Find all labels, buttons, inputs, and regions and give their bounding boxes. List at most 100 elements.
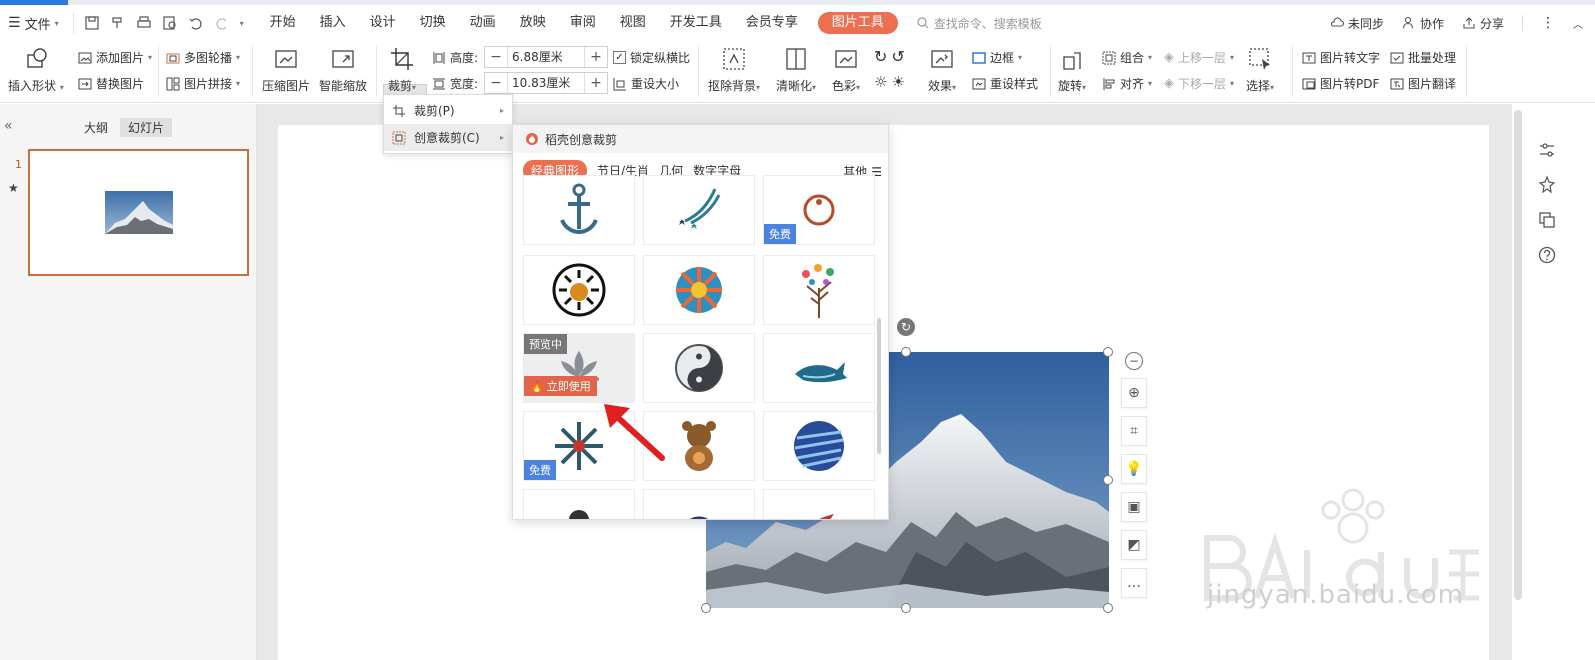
batch-process-button[interactable]: 批量处理 [1390, 49, 1456, 66]
width-input[interactable]: 10.83厘米 [507, 73, 585, 93]
resize-handle-top[interactable] [901, 347, 911, 357]
shape-template-stars[interactable] [643, 175, 755, 245]
shape-template-tree[interactable] [763, 255, 875, 325]
customize-qat-icon[interactable]: ▾ [240, 19, 244, 28]
sharpen-button[interactable]: 清晰化▾ [776, 45, 816, 94]
use-now-button[interactable]: 🔥 立即使用 [524, 376, 597, 396]
menu-item-creative-crop[interactable]: 创意裁剪(C) ▸ [384, 124, 512, 151]
add-picture-button[interactable]: 添加图片 ▾ [78, 49, 152, 66]
resize-handle-bottom-left[interactable] [701, 603, 711, 613]
tab-member[interactable]: 会员专享 [734, 10, 810, 36]
replace-picture-button[interactable]: 替换图片 [78, 75, 144, 92]
smart-zoom-button[interactable]: 智能缩放 [319, 45, 367, 94]
tab-transitions[interactable]: 切换 [408, 10, 458, 36]
border-button[interactable]: 边框 ▾ [972, 49, 1022, 66]
align-button[interactable]: 对齐 ▾ [1102, 75, 1152, 92]
shape-template-yinyang[interactable] [643, 333, 755, 403]
width-stepper[interactable]: − 10.83厘米 + [484, 72, 608, 94]
collab-button[interactable]: 协作 [1402, 15, 1444, 32]
tab-picture-tools[interactable]: 图片工具 [817, 12, 898, 34]
height-input[interactable]: 6.88厘米 [507, 47, 585, 67]
picture-splice-button[interactable]: 图片拼接 ▾ [166, 75, 240, 92]
tab-outline[interactable]: 大纲 [76, 118, 116, 137]
tab-home[interactable]: 开始 [258, 10, 308, 36]
help-icon[interactable] [1537, 245, 1557, 265]
compress-picture-button[interactable]: 压缩图片 [262, 45, 310, 94]
share-button[interactable]: 分享 [1462, 15, 1504, 32]
pic-translate-button[interactable]: 图片翻译 [1390, 75, 1456, 92]
redo-icon[interactable] [214, 15, 230, 31]
remove-background-button[interactable]: 抠除背景▾ [708, 45, 760, 94]
more-options-icon[interactable]: ⋮ [1541, 15, 1555, 31]
shape-template-shell[interactable] [643, 489, 755, 519]
group-button[interactable]: 组合 ▾ [1102, 49, 1152, 66]
tab-developer[interactable]: 开发工具 [658, 10, 734, 36]
lightbulb-icon[interactable]: 💡 [1121, 454, 1147, 484]
resize-handle-bottom-right[interactable] [1103, 603, 1113, 613]
crop-button[interactable]: 裁剪▾ [388, 45, 416, 94]
rotate-left-icon[interactable]: ↻ [874, 47, 887, 66]
brightness-down-icon[interactable]: ☀ [891, 73, 904, 91]
lock-ratio-checkbox[interactable]: ✓ 锁定纵横比 [613, 49, 690, 66]
slide-thumbnail[interactable] [28, 149, 249, 276]
shape-template-blue-globe[interactable] [763, 411, 875, 481]
zoom-in-icon[interactable]: ⊕ [1121, 378, 1147, 408]
increment-icon[interactable]: + [585, 73, 607, 93]
shape-template-anchor[interactable] [523, 175, 635, 245]
insert-shape-button[interactable]: 插入形状 ▾ [8, 45, 64, 94]
shape-template-whale[interactable] [763, 333, 875, 403]
settings-sliders-icon[interactable] [1537, 140, 1557, 160]
resize-handle-bottom[interactable] [901, 603, 911, 613]
format-painter-icon[interactable] [110, 15, 126, 31]
save-icon[interactable] [84, 15, 100, 31]
increment-icon[interactable]: + [585, 47, 607, 67]
menu-item-crop[interactable]: 裁剪(P) ▸ [384, 97, 512, 124]
multi-carousel-button[interactable]: 多图轮播 ▾ [166, 49, 240, 66]
panel-scrollbar[interactable] [877, 318, 881, 454]
tab-view[interactable]: 视图 [608, 10, 658, 36]
select-button[interactable]: 选择▾ [1246, 45, 1274, 94]
height-stepper[interactable]: − 6.88厘米 + [484, 46, 608, 68]
tab-slides[interactable]: 幻灯片 [120, 118, 173, 137]
resize-handle-top-right[interactable] [1103, 347, 1113, 357]
color-button[interactable]: 色彩▾ [832, 45, 860, 94]
brightness-up-icon[interactable]: ☼ [874, 73, 887, 91]
style-quick-icon[interactable]: ◩ [1121, 530, 1147, 560]
shape-template-unicorn[interactable] [763, 489, 875, 519]
more-quick-icon[interactable]: … [1121, 568, 1147, 598]
send-backward-button[interactable]: ◈ 下移一层 ▾ [1164, 75, 1234, 92]
resize-handle-right[interactable] [1103, 475, 1113, 485]
tab-insert[interactable]: 插入 [308, 10, 358, 36]
reset-style-button[interactable]: 重设样式 [972, 75, 1038, 92]
reset-size-button[interactable]: 重设大小 [613, 75, 679, 92]
tab-review[interactable]: 审阅 [558, 10, 608, 36]
tab-animations[interactable]: 动画 [458, 10, 508, 36]
pic-to-text-button[interactable]: 图片转文字 [1302, 49, 1380, 66]
rotate-button[interactable]: 旋转▾ [1058, 45, 1086, 94]
shape-template-mosaic-ball[interactable] [643, 255, 755, 325]
bring-forward-button[interactable]: ◈ 上移一层 ▾ [1164, 49, 1234, 66]
shape-template-lotus[interactable]: 预览中 🔥 立即使用 [523, 333, 635, 403]
collapse-panel-icon[interactable]: « [4, 118, 13, 134]
shape-template-sun[interactable] [523, 255, 635, 325]
tab-design[interactable]: 设计 [358, 10, 408, 36]
crop-quick-icon[interactable]: ⌗ [1121, 416, 1147, 446]
shape-template-rose[interactable] [523, 489, 635, 519]
shape-template-dancer[interactable]: 免费 [763, 175, 875, 245]
sync-button[interactable]: 未同步 [1330, 15, 1384, 32]
collapse-ribbon-icon[interactable]: ︿ [1573, 16, 1583, 31]
undo-icon[interactable] [188, 15, 204, 31]
decrement-icon[interactable]: − [485, 47, 507, 67]
copy-icon[interactable] [1537, 210, 1557, 230]
print-icon[interactable] [136, 15, 152, 31]
pic-to-pdf-quick-icon[interactable]: ▣ [1121, 492, 1147, 522]
effects-button[interactable]: 效果▾ [928, 45, 956, 94]
vertical-scrollbar[interactable] [1514, 110, 1522, 600]
command-search[interactable]: 查找命令、搜索模板 [916, 15, 1042, 32]
tab-slideshow[interactable]: 放映 [508, 10, 558, 36]
minus-icon[interactable]: − [1125, 352, 1143, 370]
file-menu[interactable]: ☰ 文件 ▾ [0, 10, 67, 36]
rotate-handle-icon[interactable]: ↻ [897, 318, 915, 336]
rotate-right-icon[interactable]: ↺ [891, 47, 904, 66]
decrement-icon[interactable]: − [485, 73, 507, 93]
